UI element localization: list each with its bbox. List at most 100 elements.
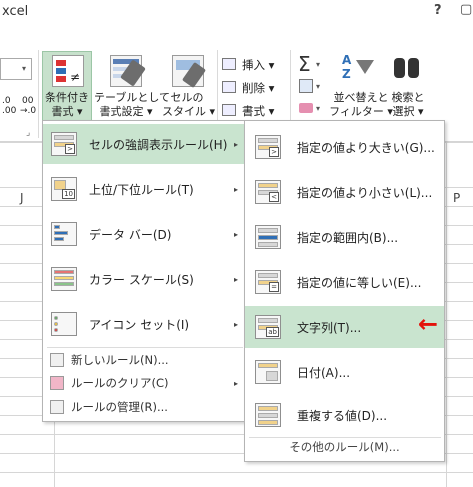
cf-icon-red2 bbox=[56, 76, 66, 82]
date-icon bbox=[255, 360, 281, 384]
find-select-label2[interactable]: 選択 ▾ bbox=[385, 105, 431, 119]
conditional-formatting-menu: > セルの強調表示ルール(H) ▸ 10 上位/下位ルール(T) ▸ データ バ… bbox=[42, 120, 247, 422]
sort-az-icon: AZ bbox=[342, 53, 352, 81]
manage-rules-icon bbox=[50, 400, 64, 414]
binoculars-icon-right bbox=[408, 58, 419, 78]
new-rule-icon bbox=[50, 353, 64, 367]
menu-item-color-scales[interactable]: カラー スケール(S) ▸ bbox=[43, 259, 246, 299]
top-bottom-icon: 10 bbox=[51, 177, 77, 201]
chevron-down-icon: ▾ bbox=[22, 64, 27, 73]
menu-item-label: 上位/下位ルール(T) bbox=[89, 182, 194, 197]
equal-to-icon: = bbox=[255, 270, 281, 294]
submenu-item-label: 指定の値より大きい(G)... bbox=[297, 140, 435, 155]
submenu-arrow-icon: ▸ bbox=[233, 139, 238, 149]
menu-item-clear-rules[interactable]: ルールのクリア(C) ▸ bbox=[43, 373, 246, 393]
submenu-item-less-than[interactable]: < 指定の値より小さい(L)... bbox=[245, 172, 444, 212]
menu-item-label: カラー スケール(S) bbox=[89, 272, 194, 287]
window-title: xcel bbox=[2, 4, 29, 19]
decrease-decimal-icon[interactable]: 00 bbox=[22, 96, 33, 106]
menu-item-data-bars[interactable]: データ バー(D) ▸ bbox=[43, 214, 246, 254]
duplicate-values-icon bbox=[255, 403, 281, 427]
submenu-item-equal-to[interactable]: = 指定の値に等しい(E)... bbox=[245, 262, 444, 302]
filter-icon bbox=[356, 60, 374, 74]
delete-icon bbox=[222, 81, 236, 93]
help-button[interactable]: ? bbox=[434, 3, 442, 18]
submenu-item-text-contains[interactable]: ab 文字列(T)... bbox=[245, 306, 444, 348]
submenu-item-label: 指定の値に等しい(E)... bbox=[297, 275, 422, 290]
menu-item-label: セルの強調表示ルール(H) bbox=[89, 137, 228, 152]
text-contains-icon: ab bbox=[255, 315, 281, 339]
not-equal-icon: ≠ bbox=[70, 70, 81, 84]
cf-icon-red bbox=[56, 60, 66, 66]
format-button[interactable]: 書式 ▾ bbox=[242, 103, 274, 119]
delete-button[interactable]: 削除 ▾ bbox=[242, 80, 274, 96]
menu-item-manage-rules[interactable]: ルールの管理(R)... bbox=[43, 397, 246, 417]
submenu-item-greater-than[interactable]: > 指定の値より大きい(G)... bbox=[245, 127, 444, 167]
fill-icon[interactable] bbox=[299, 79, 313, 93]
submenu-item-label: 指定の範囲内(B)... bbox=[297, 230, 399, 245]
grid-line bbox=[0, 472, 473, 473]
increase-decimal-sub: .00 bbox=[2, 106, 17, 116]
submenu-item-duplicates[interactable]: 重複する値(D)... bbox=[245, 395, 444, 435]
title-bar bbox=[0, 0, 473, 26]
between-icon bbox=[255, 225, 281, 249]
menu-item-new-rule[interactable]: 新しいルール(N)... bbox=[43, 350, 246, 370]
increase-decimal-icon[interactable]: .0 bbox=[2, 96, 11, 106]
submenu-item-label: 指定の値より小さい(L)... bbox=[297, 185, 433, 200]
binoculars-icon bbox=[394, 58, 405, 78]
format-table-label2[interactable]: 書式設定 ▾ bbox=[94, 105, 158, 119]
submenu-arrow-icon: ▸ bbox=[233, 378, 238, 388]
cell-style-label2[interactable]: スタイル ▾ bbox=[162, 105, 215, 119]
icon-sets-icon bbox=[51, 312, 77, 336]
menu-item-icon-sets[interactable]: アイコン セット(I) ▸ bbox=[43, 304, 246, 344]
cond-format-label1: 条件付き bbox=[45, 91, 89, 104]
menu-divider bbox=[249, 437, 441, 438]
find-select-label1[interactable]: 検索と bbox=[385, 91, 431, 105]
cond-format-label2: 書式 ▾ bbox=[51, 105, 83, 118]
submenu-arrow-icon: ▸ bbox=[233, 274, 238, 284]
less-than-icon: < bbox=[255, 180, 281, 204]
eraser-icon bbox=[50, 376, 64, 390]
greater-than-icon: > bbox=[255, 135, 281, 159]
data-bars-icon bbox=[51, 222, 77, 246]
decrease-decimal-sub: →.0 bbox=[20, 106, 37, 116]
submenu-item-label: 重複する値(D)... bbox=[297, 408, 388, 423]
menu-item-highlight-rules[interactable]: > セルの強調表示ルール(H) ▸ bbox=[43, 124, 246, 164]
submenu-arrow-icon: ▸ bbox=[233, 319, 238, 329]
format-as-table-icon bbox=[110, 55, 146, 87]
insert-button[interactable]: 挿入 ▾ bbox=[242, 57, 274, 73]
submenu-item-between[interactable]: 指定の範囲内(B)... bbox=[245, 217, 444, 257]
cell-style-label1[interactable]: セルの bbox=[162, 91, 212, 105]
column-header-j[interactable]: J bbox=[20, 191, 24, 205]
color-scales-icon bbox=[51, 267, 77, 291]
grid-line bbox=[446, 142, 447, 487]
menu-divider bbox=[47, 347, 243, 348]
chevron-down-icon: ▾ bbox=[316, 104, 321, 113]
restore-icon[interactable]: ▢ bbox=[460, 2, 472, 17]
cell-styles-icon bbox=[172, 55, 207, 89]
conditional-formatting-icon: ≠ bbox=[52, 55, 84, 87]
highlight-rules-icon: > bbox=[51, 132, 77, 156]
menu-item-label: データ バー(D) bbox=[89, 227, 172, 242]
annotation-arrow-icon: ← bbox=[418, 310, 439, 338]
menu-item-top-bottom-rules[interactable]: 10 上位/下位ルール(T) ▸ bbox=[43, 169, 246, 209]
submenu-item-more-rules[interactable]: その他のルール(M)... bbox=[245, 439, 444, 455]
submenu-item-date[interactable]: 日付(A)... bbox=[245, 352, 444, 392]
ribbon-separator bbox=[38, 50, 39, 138]
eraser-icon[interactable] bbox=[299, 103, 313, 113]
autosum-icon[interactable]: Σ bbox=[298, 52, 311, 76]
format-table-label1[interactable]: テーブルとして bbox=[94, 91, 170, 105]
chevron-down-icon: ▾ bbox=[316, 82, 321, 91]
highlight-rules-submenu: > 指定の値より大きい(G)... < 指定の値より小さい(L)... 指定の範… bbox=[244, 120, 445, 462]
insert-icon bbox=[222, 58, 236, 70]
menu-item-label: アイコン セット(I) bbox=[89, 317, 190, 332]
submenu-item-label: 日付(A)... bbox=[297, 365, 351, 380]
chevron-down-icon: ▾ bbox=[316, 60, 321, 69]
format-icon bbox=[222, 104, 236, 116]
submenu-arrow-icon: ▸ bbox=[233, 184, 238, 194]
submenu-arrow-icon: ▸ bbox=[233, 229, 238, 239]
dialog-launcher-icon[interactable]: ⌟ bbox=[26, 128, 30, 138]
submenu-item-label: 文字列(T)... bbox=[297, 320, 362, 335]
font-size-box[interactable] bbox=[0, 58, 32, 80]
column-header-p[interactable]: P bbox=[453, 191, 460, 205]
